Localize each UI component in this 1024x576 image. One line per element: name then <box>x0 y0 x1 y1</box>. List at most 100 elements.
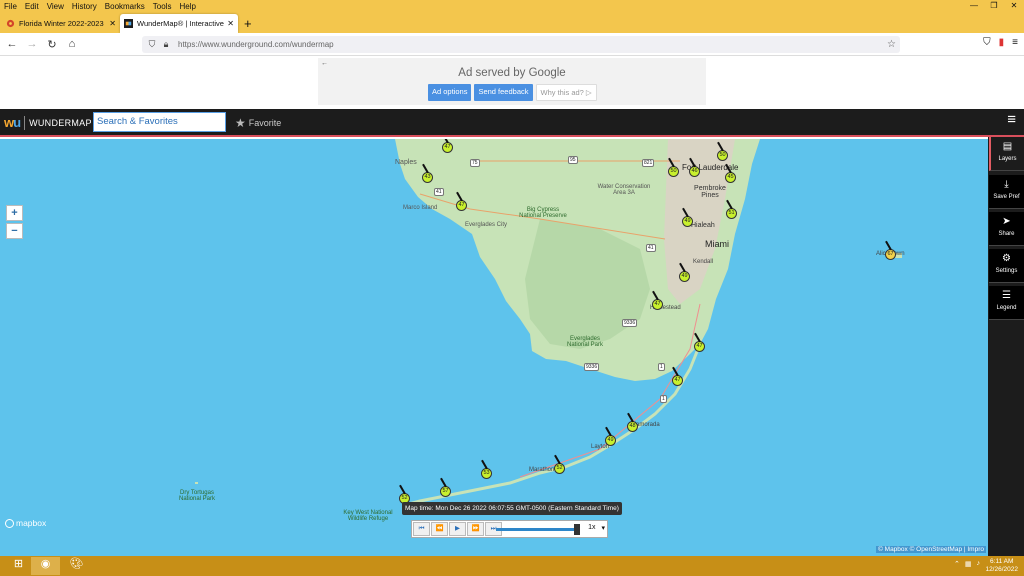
wu-logo[interactable]: wu WUNDERMAP <box>4 115 92 130</box>
save-pref-button[interactable]: ⤓ Save Pref <box>989 175 1024 209</box>
speed-select[interactable]: 1x ▾ <box>588 524 605 532</box>
place-label: Water Conservation Area 3A <box>597 184 651 196</box>
url-bar[interactable]: ⛉ 🔒︎ https://www.wunderground.com/wunder… <box>142 36 900 53</box>
weather-station-marker[interactable]: 51 <box>726 199 737 219</box>
skip-back-icon[interactable]: ⏮ <box>413 522 430 536</box>
firefox-icon[interactable]: ◉ <box>31 557 60 575</box>
why-this-ad-button[interactable]: Why this ad? ▷ <box>535 84 597 101</box>
weather-station-marker[interactable]: 47 <box>442 139 453 153</box>
minimize-icon[interactable]: — <box>964 0 984 12</box>
timeline-track[interactable] <box>496 528 578 531</box>
map-attribution[interactable]: © Mapbox © OpenStreetMap | Impro <box>876 546 986 553</box>
play-icon[interactable]: ▶ <box>449 522 466 536</box>
tab-wundermap[interactable]: WunderMap® | Interactive Wea ✕ <box>120 14 238 33</box>
brand-name: WUNDERMAP <box>29 117 92 128</box>
weather-station-marker[interactable]: 47 <box>694 332 705 352</box>
weather-station-marker[interactable]: 47 <box>652 290 663 310</box>
weather-station-marker[interactable]: 47 <box>672 366 683 386</box>
weather-station-marker[interactable]: 49 <box>605 426 616 446</box>
map-svg <box>195 139 902 507</box>
mapbox-icon <box>5 518 14 528</box>
favorite-label: Favorite <box>248 118 282 128</box>
close-window-icon[interactable]: ✕ <box>1004 0 1024 12</box>
road-shield: 41 <box>434 188 444 196</box>
favorite-button[interactable]: ★ Favorite <box>235 116 281 130</box>
new-tab-icon[interactable]: + <box>238 14 258 33</box>
step-back-icon[interactable]: ⏪ <box>431 522 448 536</box>
taskbar-clock[interactable]: 6:11 AM 12/26/2022 <box>985 558 1018 574</box>
settings-button[interactable]: ⚙ Settings <box>989 249 1024 283</box>
menu-edit[interactable]: Edit <box>21 2 43 11</box>
timeline-handle[interactable] <box>574 524 580 535</box>
place-label: Marco Island <box>403 205 438 211</box>
mapbox-logo[interactable]: mapbox <box>5 518 46 528</box>
weather-station-marker[interactable]: 53 <box>481 459 492 479</box>
back-arrow-icon[interactable]: ← <box>321 60 328 67</box>
speed-value: 1x <box>588 524 596 531</box>
restore-icon[interactable]: ❐ <box>984 0 1004 12</box>
weather-station-marker[interactable]: 57 <box>440 477 451 497</box>
weather-station-marker[interactable]: 49 <box>682 207 693 227</box>
network-icon[interactable]: ▦ <box>965 560 972 568</box>
reload-icon[interactable]: ↻ <box>42 38 62 51</box>
road-shield: 75 <box>470 159 480 167</box>
share-button[interactable]: ➤ Share <box>989 212 1024 246</box>
menu-tools[interactable]: Tools <box>149 2 176 11</box>
layers-button[interactable]: ▤ Layers <box>989 137 1024 171</box>
map-canvas[interactable]: Naples Marco Island Everglades City Big … <box>0 139 988 556</box>
map-time-tooltip: Map time: Mon Dec 26 2022 06:07:55 GMT-0… <box>402 502 622 515</box>
menu-icon[interactable]: ≡ <box>1012 37 1018 48</box>
back-icon[interactable]: ← <box>2 38 22 50</box>
weather-station-marker[interactable]: 50 <box>717 141 728 161</box>
forward-icon[interactable]: → <box>22 38 42 50</box>
legend-button[interactable]: ☰ Legend <box>989 286 1024 320</box>
speaker-icon[interactable]: ♪ <box>977 560 981 568</box>
paint-icon[interactable]: 🎨︎ <box>62 557 91 575</box>
hamburger-menu-icon[interactable]: ≡ <box>1007 111 1016 128</box>
save-icon: ⤓ <box>1004 179 1009 190</box>
weather-station-marker[interactable]: 49 <box>679 262 690 282</box>
pocket-icon[interactable]: ⛉ <box>983 37 991 48</box>
lock-icon[interactable]: 🔒︎ <box>160 39 172 50</box>
bookmark-star-icon[interactable]: ☆ <box>887 39 896 50</box>
weather-station-marker[interactable]: 46 <box>689 157 700 177</box>
weather-station-marker[interactable]: 45 <box>725 163 736 183</box>
menu-history[interactable]: History <box>68 2 101 11</box>
step-forward-icon[interactable]: ⏩ <box>467 522 484 536</box>
road-shield: 95 <box>568 156 578 164</box>
menu-file[interactable]: File <box>0 2 21 11</box>
list-icon: ☰ <box>1002 290 1011 301</box>
sidebar-label: Layers <box>998 156 1017 162</box>
zoom-out-button[interactable]: − <box>6 223 23 239</box>
menu-help[interactable]: Help <box>175 2 199 11</box>
menu-view[interactable]: View <box>43 2 68 11</box>
close-tab-icon[interactable]: ✕ <box>109 19 116 28</box>
weather-station-marker[interactable]: 52 <box>554 454 565 474</box>
menu-bookmarks[interactable]: Bookmarks <box>101 2 149 11</box>
taskbar: ⊞ ◉ 🎨︎ ⌃ ▦ ♪ 6:11 AM 12/26/2022 <box>0 556 1024 576</box>
windows-start-icon[interactable]: ⊞ <box>4 557 33 575</box>
chevron-up-icon[interactable]: ⌃ <box>954 560 960 568</box>
tab-florida-winter[interactable]: Florida Winter 2022-2023 - Page ✕ <box>2 14 120 33</box>
home-icon[interactable]: ⌂ <box>62 38 82 50</box>
zoom-in-button[interactable]: + <box>6 205 23 221</box>
weather-station-marker[interactable]: 43 <box>422 163 433 183</box>
road-shield: 9336 <box>622 319 638 327</box>
sidebar-label: Settings <box>995 268 1018 274</box>
place-label: Miami <box>705 239 729 249</box>
weather-station-marker[interactable]: 47 <box>456 191 467 211</box>
close-tab-icon[interactable]: ✕ <box>227 19 234 28</box>
url-text[interactable]: https://www.wunderground.com/wundermap <box>178 40 334 49</box>
weather-station-marker[interactable]: 50 <box>668 157 679 177</box>
ad-options-button[interactable]: Ad options <box>428 84 472 101</box>
extension-icon[interactable]: ▮ <box>999 37 1005 48</box>
wu-logo-mark: wu <box>4 115 21 130</box>
weather-station-marker[interactable]: 67 <box>885 240 896 260</box>
send-feedback-button[interactable]: Send feedback <box>474 84 533 101</box>
shield-icon[interactable]: ⛉ <box>146 39 158 50</box>
share-icon: ➤ <box>1002 216 1011 227</box>
search-input[interactable]: Search & Favorites <box>93 112 226 132</box>
weather-station-marker[interactable]: 48 <box>627 412 638 432</box>
mapbox-label: mapbox <box>16 518 47 528</box>
place-label: Everglades City <box>465 222 508 228</box>
